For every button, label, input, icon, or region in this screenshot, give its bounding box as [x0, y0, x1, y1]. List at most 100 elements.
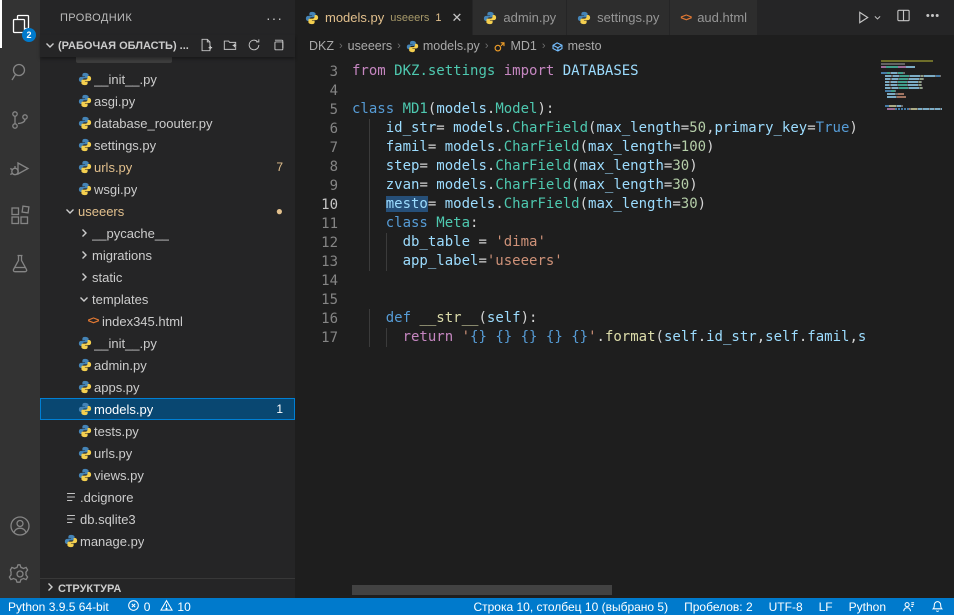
- cursor-position-status[interactable]: Строка 10, столбец 10 (выбрано 5): [473, 600, 668, 614]
- indentation-status[interactable]: Пробелов: 2: [684, 600, 753, 614]
- refresh-icon[interactable]: [247, 38, 261, 55]
- new-folder-icon[interactable]: [223, 38, 237, 55]
- code-line-5[interactable]: 5class MD1(models.Model):: [295, 100, 954, 119]
- line-number[interactable]: 14: [295, 273, 338, 289]
- problems-status[interactable]: 0 10: [127, 599, 191, 615]
- tree-item-pycache[interactable]: __pycache__: [40, 222, 295, 244]
- line-number[interactable]: 4: [295, 83, 338, 99]
- code-line-11[interactable]: 11 class Meta:: [295, 214, 954, 233]
- horizontal-scrollbar[interactable]: [352, 585, 612, 595]
- tree-item-init-py[interactable]: __init__.py: [40, 68, 295, 90]
- tree-item-tests-py[interactable]: tests.py: [40, 420, 295, 442]
- line-number[interactable]: 8: [295, 159, 338, 175]
- python-file-icon: [76, 358, 94, 372]
- tab-aud-html[interactable]: <>aud.html: [670, 0, 758, 35]
- line-number[interactable]: 16: [295, 311, 338, 327]
- outline-section-header[interactable]: СТРУКТУРА: [40, 578, 295, 598]
- breadcrumb-item-mesto[interactable]: mesto: [551, 39, 602, 53]
- feedback-icon[interactable]: [902, 600, 915, 613]
- source-control-icon[interactable]: [0, 96, 40, 144]
- run-debug-icon[interactable]: [0, 144, 40, 192]
- tab-admin-py[interactable]: admin.py: [473, 0, 567, 35]
- line-number[interactable]: 17: [295, 330, 338, 346]
- code-line-9[interactable]: 9 zvan= models.CharField(max_length=30): [295, 176, 954, 195]
- language-mode-status[interactable]: Python: [849, 600, 886, 614]
- tree-item-index345-html[interactable]: <>index345.html: [40, 310, 295, 332]
- extensions-icon[interactable]: [0, 192, 40, 240]
- settings-icon[interactable]: [0, 550, 40, 598]
- tree-item-wsgi-py[interactable]: wsgi.py: [40, 178, 295, 200]
- indent-guide: [369, 214, 370, 233]
- tree-item-admin-py[interactable]: admin.py: [40, 354, 295, 376]
- explorer-icon[interactable]: 2: [0, 0, 40, 48]
- code-line-15[interactable]: 15: [295, 290, 954, 309]
- tree-item-useeers[interactable]: useeers●: [40, 200, 295, 222]
- notifications-bell-icon[interactable]: [931, 600, 944, 613]
- code-line-3[interactable]: 3from DKZ.settings import DATABASES: [295, 62, 954, 81]
- tree-item-templates[interactable]: templates: [40, 288, 295, 310]
- workspace-section-header[interactable]: (РАБОЧАЯ ОБЛАСТЬ) ...: [40, 35, 295, 57]
- line-number[interactable]: 15: [295, 292, 338, 308]
- code-line-6[interactable]: 6 id_str= models.CharField(max_length=50…: [295, 119, 954, 138]
- split-editor-icon[interactable]: [896, 8, 911, 28]
- breadcrumb-item-md1[interactable]: MD1: [493, 39, 536, 53]
- account-icon[interactable]: [0, 502, 40, 550]
- close-tab-icon[interactable]: ✕: [452, 10, 463, 26]
- line-number[interactable]: 6: [295, 121, 338, 137]
- tab-settings-py[interactable]: settings.py: [567, 0, 670, 35]
- tree-item-asgi-py[interactable]: asgi.py: [40, 90, 295, 112]
- explorer-more-icon[interactable]: ···: [266, 10, 283, 26]
- code-line-17[interactable]: 17 return '{} {} {} {} {}'.format(self.i…: [295, 328, 954, 347]
- tree-item-migrations[interactable]: migrations: [40, 244, 295, 266]
- breadcrumb-label: useeers: [348, 39, 392, 53]
- python-interpreter-status[interactable]: Python 3.9.5 64-bit: [8, 600, 109, 614]
- breadcrumb-label: models.py: [423, 39, 480, 53]
- eol-status[interactable]: LF: [819, 600, 833, 614]
- tree-item-init-py[interactable]: __init__.py: [40, 332, 295, 354]
- line-number[interactable]: 3: [295, 64, 338, 80]
- testing-icon[interactable]: [0, 240, 40, 288]
- line-number[interactable]: 10: [295, 197, 338, 213]
- collapse-folders-icon[interactable]: [271, 38, 285, 55]
- tree-item-partial[interactable]: [40, 57, 295, 68]
- line-number[interactable]: 11: [295, 216, 338, 232]
- code-line-4[interactable]: 4: [295, 81, 954, 100]
- breadcrumb-item-dkz[interactable]: DKZ: [309, 39, 334, 53]
- code-line-12[interactable]: 12 db_table = 'dima': [295, 233, 954, 252]
- line-number[interactable]: 12: [295, 235, 338, 251]
- explorer-badge: 2: [22, 28, 36, 42]
- tree-item-apps-py[interactable]: apps.py: [40, 376, 295, 398]
- line-number[interactable]: 5: [295, 102, 338, 118]
- breadcrumb-item-useeers[interactable]: useeers: [348, 39, 392, 53]
- run-python-file-icon[interactable]: [856, 10, 882, 25]
- tree-item-database-roouter-py[interactable]: database_roouter.py: [40, 112, 295, 134]
- tree-item-static[interactable]: static: [40, 266, 295, 288]
- more-actions-icon[interactable]: [925, 8, 940, 28]
- code-line-14[interactable]: 14: [295, 271, 954, 290]
- code-line-8[interactable]: 8 step= models.CharField(max_length=30): [295, 157, 954, 176]
- code-line-7[interactable]: 7 famil= models.CharField(max_length=100…: [295, 138, 954, 157]
- code-line-10[interactable]: 10 mesto= models.CharField(max_length=30…: [295, 195, 954, 214]
- tree-item-urls-py[interactable]: urls.py: [40, 442, 295, 464]
- encoding-status[interactable]: UTF-8: [769, 600, 803, 614]
- code-line-13[interactable]: 13 app_label='useeers': [295, 252, 954, 271]
- line-number[interactable]: 9: [295, 178, 338, 194]
- tree-item-urls-py[interactable]: urls.py7: [40, 156, 295, 178]
- breadcrumb-item-models-py[interactable]: models.py: [406, 39, 480, 53]
- tree-item-settings-py[interactable]: settings.py: [40, 134, 295, 156]
- indent-guide: [369, 252, 370, 271]
- tab-models-py[interactable]: models.pyuseeers1✕: [295, 0, 473, 35]
- indent-guide: [369, 233, 370, 252]
- tree-item-db-sqlite3[interactable]: db.sqlite3: [40, 508, 295, 530]
- line-number[interactable]: 7: [295, 140, 338, 156]
- tree-item-manage-py[interactable]: manage.py: [40, 530, 295, 552]
- search-icon[interactable]: [0, 48, 40, 96]
- tree-item-views-py[interactable]: views.py: [40, 464, 295, 486]
- tree-item-dcignore[interactable]: .dcignore: [40, 486, 295, 508]
- code-editor[interactable]: 3from DKZ.settings import DATABASES 45cla…: [295, 57, 954, 598]
- tree-item-models-py[interactable]: models.py1: [40, 398, 295, 420]
- code-line-16[interactable]: 16 def __str__(self):: [295, 309, 954, 328]
- new-file-icon[interactable]: [199, 38, 213, 55]
- line-number[interactable]: 13: [295, 254, 338, 270]
- minimap[interactable]: [881, 57, 947, 111]
